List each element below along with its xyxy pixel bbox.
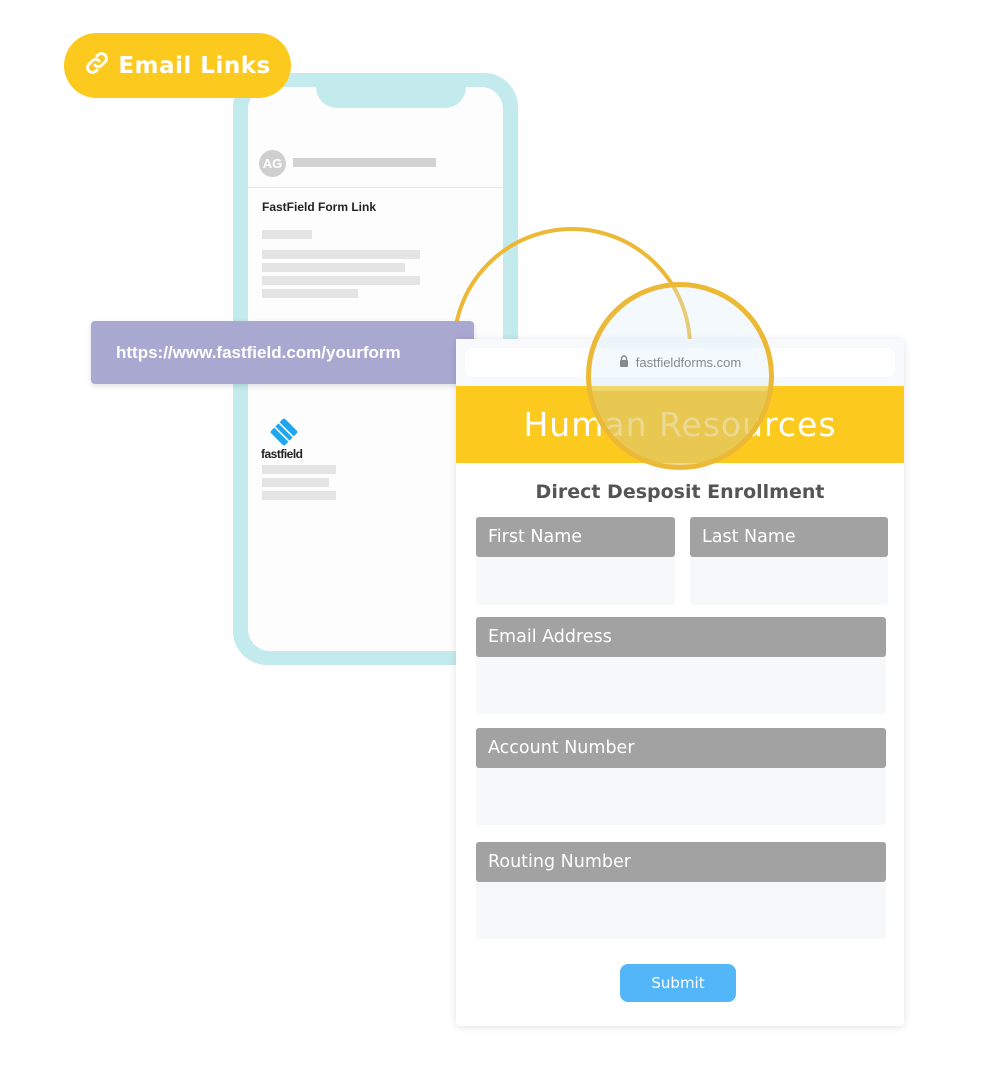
phone-notch <box>316 87 466 108</box>
submit-button[interactable]: Submit <box>620 964 736 1002</box>
field-last-name: Last Name <box>690 517 888 605</box>
text-placeholder <box>262 478 329 487</box>
account-number-input[interactable] <box>476 768 886 825</box>
text-placeholder <box>262 230 312 239</box>
badge-label: Email Links <box>118 52 271 79</box>
text-placeholder <box>262 289 358 298</box>
form-url-link[interactable]: https://www.fastfield.com/yourform <box>91 321 474 384</box>
magnifier-circle <box>586 282 774 470</box>
email-header-divider <box>248 187 503 188</box>
sender-avatar: AG <box>259 150 286 177</box>
sender-name-placeholder <box>293 158 436 167</box>
form-title: Direct Desposit Enrollment <box>535 481 825 503</box>
fastfield-logo: fastfield <box>261 417 321 461</box>
fastfield-logo-icon <box>270 418 298 446</box>
email-address-input[interactable] <box>476 657 886 714</box>
text-placeholder <box>262 491 336 500</box>
email-subject: FastField Form Link <box>262 200 377 214</box>
text-placeholder <box>262 263 405 272</box>
field-first-name: First Name <box>476 517 675 605</box>
text-placeholder <box>262 465 336 474</box>
logo-text: fastfield <box>261 447 303 461</box>
field-label: First Name <box>476 517 675 557</box>
field-label: Account Number <box>476 728 886 768</box>
field-label: Last Name <box>690 517 888 557</box>
email-links-badge: Email Links <box>64 33 291 98</box>
field-routing-number: Routing Number <box>476 842 886 939</box>
magnifier-tint <box>591 391 769 465</box>
link-icon <box>84 50 110 82</box>
last-name-input[interactable] <box>690 557 888 605</box>
text-placeholder <box>262 250 420 259</box>
first-name-input[interactable] <box>476 557 675 605</box>
field-label: Routing Number <box>476 842 886 882</box>
field-account-number: Account Number <box>476 728 886 825</box>
form-url-text: https://www.fastfield.com/yourform <box>116 342 401 362</box>
field-email-address: Email Address <box>476 617 886 714</box>
routing-number-input[interactable] <box>476 882 886 939</box>
text-placeholder <box>262 276 420 285</box>
field-label: Email Address <box>476 617 886 657</box>
